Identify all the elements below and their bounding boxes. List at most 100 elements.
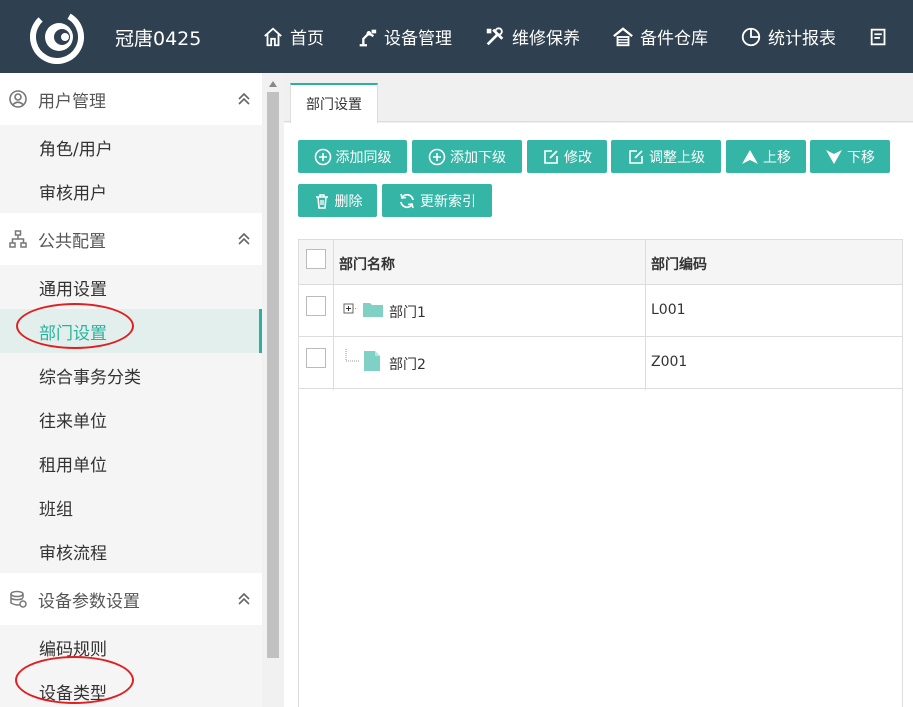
sidebar-item-teams[interactable]: 班组 bbox=[0, 485, 262, 529]
nav-reports[interactable]: 统计报表 bbox=[740, 0, 836, 73]
row-checkbox[interactable] bbox=[306, 296, 326, 316]
move-down-button[interactable]: 下移 bbox=[810, 140, 890, 173]
table-row[interactable]: 部门1 L001 bbox=[299, 285, 902, 337]
robot-arm-icon bbox=[359, 29, 377, 46]
main-nav: 首页 设备管理 维修保养 备件仓库 统计报表 bbox=[262, 0, 913, 73]
department-name: 部门2 bbox=[389, 357, 426, 373]
grid-header: 部门名称 部门编码 bbox=[299, 240, 902, 285]
add-child-button[interactable]: 添加下级 bbox=[412, 140, 522, 173]
nav-equipment[interactable]: 设备管理 bbox=[356, 0, 452, 73]
edit-button[interactable]: 修改 bbox=[527, 140, 607, 173]
org-chart-icon bbox=[9, 230, 27, 248]
menu-label: 综合事务分类 bbox=[39, 367, 141, 388]
plus-circle-icon bbox=[314, 148, 331, 165]
sidebar-item-review-workflow[interactable]: 审核流程 bbox=[0, 529, 262, 573]
button-label: 添加下级 bbox=[450, 149, 506, 166]
chevron-double-up-icon[interactable] bbox=[236, 231, 252, 247]
sidebar-group-equipment-params[interactable]: 设备参数设置 bbox=[0, 573, 262, 625]
pie-chart-icon bbox=[741, 27, 761, 46]
menu-label: 编码规则 bbox=[39, 639, 107, 660]
column-header-code[interactable]: 部门编码 bbox=[651, 254, 707, 274]
group-title: 公共配置 bbox=[38, 231, 106, 252]
menu-label: 班组 bbox=[39, 499, 73, 520]
sidebar-item-department-settings[interactable]: 部门设置 bbox=[0, 309, 262, 353]
tab-department-settings[interactable]: 部门设置 bbox=[290, 83, 378, 123]
reparent-button[interactable]: 调整上级 bbox=[611, 140, 721, 173]
department-tree-grid: 部门名称 部门编码 部门1 L001 部门2 Z001 bbox=[298, 239, 903, 707]
button-label: 上移 bbox=[763, 149, 791, 166]
button-label: 修改 bbox=[564, 149, 592, 166]
row-checkbox[interactable] bbox=[306, 348, 326, 368]
button-label: 调整上级 bbox=[649, 149, 705, 166]
department-name: 部门1 bbox=[389, 305, 426, 321]
add-sibling-button[interactable]: 添加同级 bbox=[298, 140, 407, 173]
company-logo-icon bbox=[30, 10, 84, 64]
button-label: 下移 bbox=[847, 149, 875, 166]
menu-label: 通用设置 bbox=[39, 279, 107, 300]
move-up-button[interactable]: 上移 bbox=[726, 140, 806, 173]
group-title: 设备参数设置 bbox=[38, 591, 140, 612]
nav-label: 首页 bbox=[290, 29, 324, 49]
sidebar-item-coding-rules[interactable]: 编码规则 bbox=[0, 625, 262, 669]
sidebar-item-equipment-types[interactable]: 设备类型 bbox=[0, 669, 262, 707]
triangle-up-icon bbox=[742, 149, 758, 164]
group-title: 用户管理 bbox=[38, 91, 106, 112]
menu-label: 往来单位 bbox=[39, 411, 107, 432]
table-row[interactable]: 部门2 Z001 bbox=[299, 337, 902, 389]
menu-label: 审核用户 bbox=[39, 183, 107, 204]
select-all-checkbox[interactable] bbox=[306, 249, 326, 269]
sidebar-item-affairs-category[interactable]: 综合事务分类 bbox=[0, 353, 262, 397]
tab-label: 部门设置 bbox=[306, 97, 362, 113]
menu-label: 租用单位 bbox=[39, 455, 107, 476]
menu-label: 角色/用户 bbox=[39, 139, 113, 160]
menu-label: 设备类型 bbox=[39, 683, 107, 704]
refresh-icon bbox=[400, 193, 414, 208]
edit-icon bbox=[544, 149, 558, 164]
scrollbar-thumb[interactable] bbox=[267, 92, 279, 658]
chevron-double-up-icon[interactable] bbox=[236, 91, 252, 107]
edit-icon bbox=[629, 149, 643, 164]
sidebar-group-public-config[interactable]: 公共配置 bbox=[0, 213, 262, 265]
reindex-button[interactable]: 更新索引 bbox=[382, 184, 492, 217]
plus-circle-icon bbox=[428, 148, 446, 165]
expand-plus-icon[interactable] bbox=[342, 302, 356, 316]
button-label: 添加同级 bbox=[335, 149, 392, 166]
user-circle-icon bbox=[9, 90, 27, 108]
top-header: 冠唐0425 首页 设备管理 维修保养 备件仓库 统计报表 bbox=[0, 0, 913, 73]
menu-label: 部门设置 bbox=[39, 323, 107, 344]
column-header-name[interactable]: 部门名称 bbox=[339, 254, 395, 274]
department-code: Z001 bbox=[651, 354, 688, 370]
sidebar-item-roles-users[interactable]: 角色/用户 bbox=[0, 125, 262, 169]
sidebar-scrollbar[interactable] bbox=[262, 73, 284, 707]
button-label: 删除 bbox=[334, 193, 363, 210]
home-icon bbox=[264, 27, 282, 46]
nav-maintenance[interactable]: 维修保养 bbox=[484, 0, 580, 73]
nav-more[interactable] bbox=[868, 0, 896, 73]
nav-warehouse[interactable]: 备件仓库 bbox=[612, 0, 708, 73]
nav-label: 备件仓库 bbox=[640, 29, 708, 49]
sidebar-item-partner-units[interactable]: 往来单位 bbox=[0, 397, 262, 441]
nav-label: 统计报表 bbox=[768, 29, 836, 49]
warehouse-icon bbox=[613, 26, 633, 46]
sidebar-item-general-settings[interactable]: 通用设置 bbox=[0, 265, 262, 309]
tools-icon bbox=[486, 26, 504, 45]
department-panel: 添加同级 添加下级 修改 调整上级 上移 下移 删除 更新索引 部门名称 部门编… bbox=[284, 123, 913, 707]
scroll-up-arrow-icon[interactable] bbox=[269, 81, 277, 87]
brand-name: 冠唐0425 bbox=[115, 28, 202, 50]
sidebar-item-review-users[interactable]: 审核用户 bbox=[0, 169, 262, 213]
document-icon bbox=[870, 28, 886, 45]
tree-connector-line bbox=[345, 349, 359, 362]
nav-label: 设备管理 bbox=[384, 29, 452, 49]
trash-icon bbox=[315, 193, 328, 209]
database-gear-icon bbox=[10, 590, 27, 608]
nav-home[interactable]: 首页 bbox=[262, 0, 324, 73]
sidebar-item-rental-units[interactable]: 租用单位 bbox=[0, 441, 262, 485]
sidebar-group-user-management[interactable]: 用户管理 bbox=[0, 73, 262, 125]
department-code: L001 bbox=[651, 302, 686, 318]
sidebar: 用户管理 角色/用户 审核用户 公共配置 通用设置 部门设置 综合事务分类 往来… bbox=[0, 73, 262, 707]
triangle-down-icon bbox=[826, 149, 842, 164]
chevron-double-up-icon[interactable] bbox=[236, 591, 252, 607]
delete-button[interactable]: 删除 bbox=[298, 184, 377, 217]
folder-icon bbox=[363, 303, 383, 317]
file-icon bbox=[364, 351, 380, 371]
